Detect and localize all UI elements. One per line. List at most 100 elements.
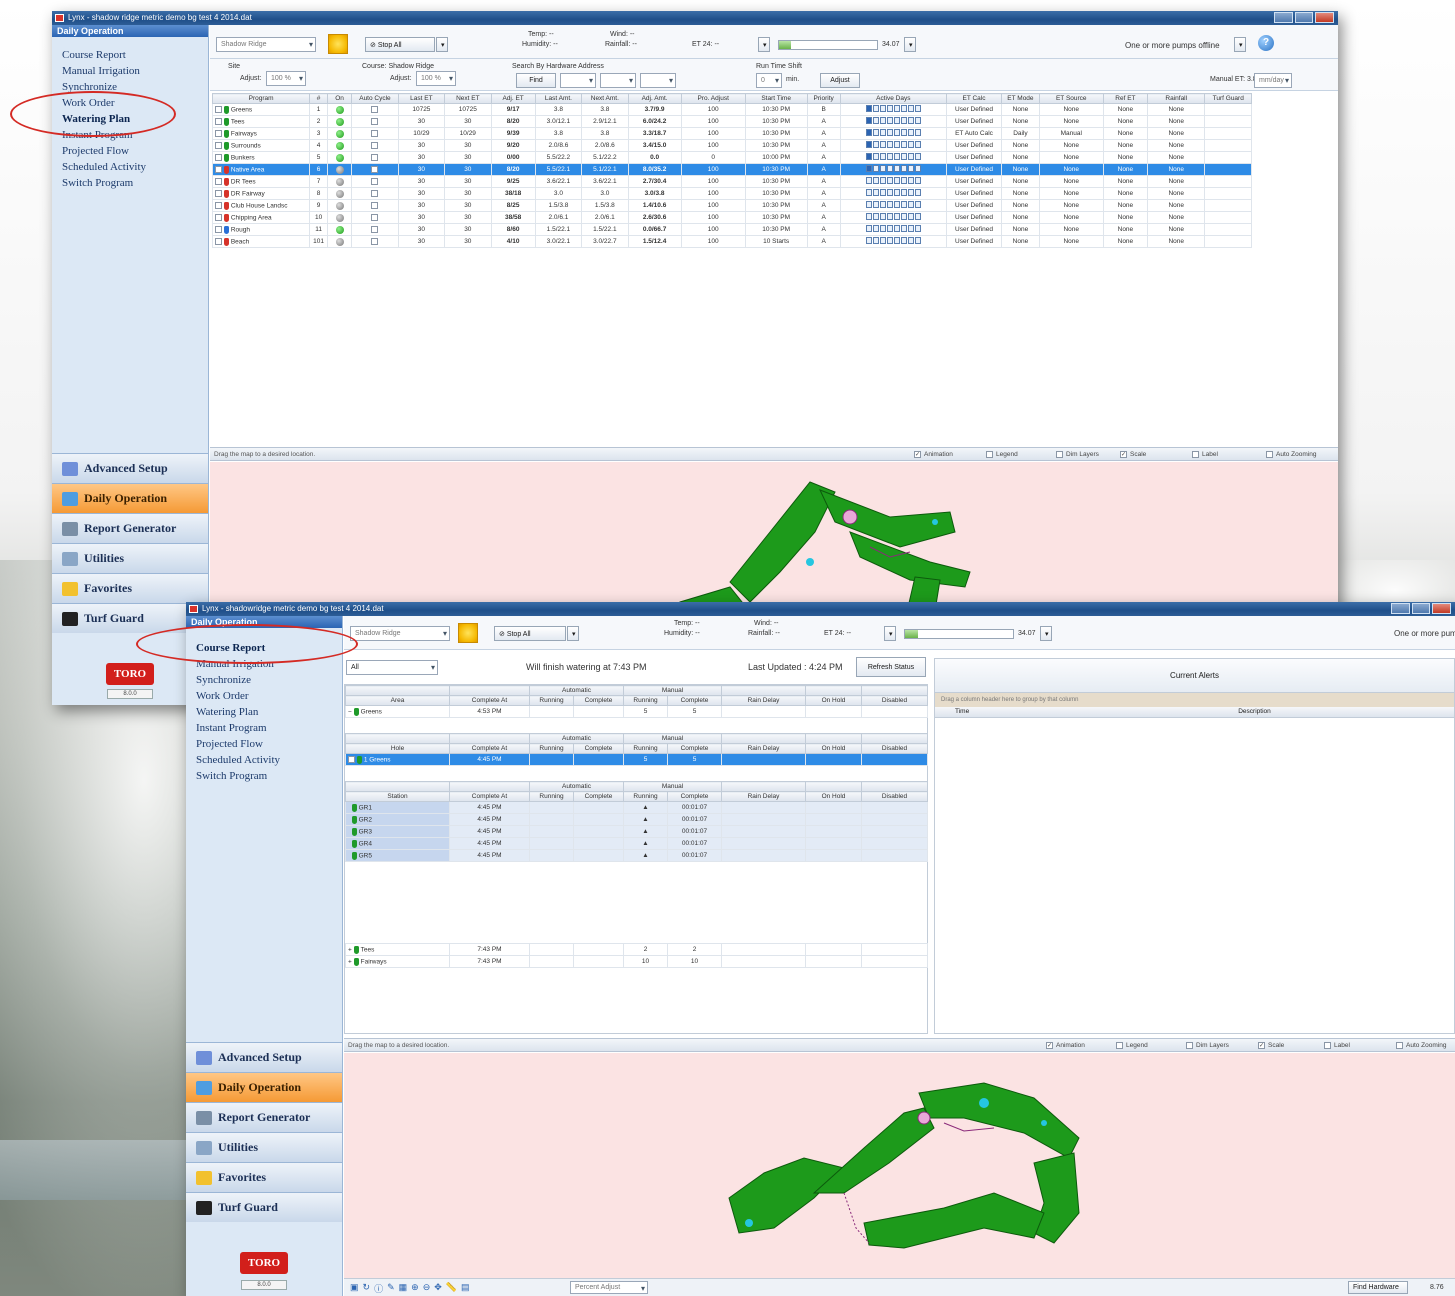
- et-mode-cell[interactable]: None: [1001, 139, 1040, 152]
- checkbox-icon[interactable]: [1324, 1042, 1331, 1049]
- adj-amt-cell[interactable]: 8.0/35.2: [627, 163, 682, 176]
- minimize-button[interactable]: [1274, 12, 1293, 23]
- active-days-grid[interactable]: [865, 213, 921, 220]
- weather-sun-icon[interactable]: [328, 34, 348, 54]
- auto-cycle-cell[interactable]: [351, 151, 399, 164]
- pro-adjust-cell[interactable]: 100: [680, 163, 746, 176]
- pro-adjust-cell[interactable]: 100: [680, 187, 746, 200]
- status-light-icon[interactable]: [335, 117, 344, 126]
- checkbox-icon[interactable]: [1186, 1042, 1193, 1049]
- program-name-cell[interactable]: Tees: [211, 115, 311, 128]
- program-name-cell[interactable]: Native Area: [211, 163, 311, 176]
- info-tool-icon[interactable]: ⓘ: [374, 1282, 383, 1295]
- program-name-cell[interactable]: DR Tees: [211, 175, 311, 188]
- day-toggle[interactable]: [865, 153, 872, 160]
- area-name-cell[interactable]: + Tees: [345, 943, 450, 956]
- run-time-shift-input[interactable]: 0: [756, 73, 782, 88]
- et-mode-cell[interactable]: None: [1001, 223, 1040, 236]
- day-toggle[interactable]: [872, 177, 879, 184]
- day-toggle[interactable]: [907, 189, 914, 196]
- ref-et-cell[interactable]: None: [1102, 151, 1149, 164]
- layers-tool-icon[interactable]: ▦: [399, 1282, 408, 1295]
- day-toggle[interactable]: [872, 201, 879, 208]
- auto-cycle-checkbox[interactable]: [371, 189, 379, 197]
- status-light-icon[interactable]: [335, 141, 344, 150]
- find-button[interactable]: Find: [516, 73, 556, 88]
- row-checkbox[interactable]: [215, 238, 222, 245]
- table-row[interactable]: GR1 4:45 PM ▲ 00:01:07: [345, 801, 929, 814]
- nav-section-utilities[interactable]: Utilities: [186, 1132, 342, 1162]
- adj-et-cell[interactable]: 8/25: [490, 199, 536, 212]
- column-header[interactable]: Pro. Adjust: [680, 93, 746, 104]
- day-toggle[interactable]: [907, 177, 914, 184]
- adj-et-cell[interactable]: 4/10: [490, 235, 536, 248]
- program-on-cell[interactable]: [326, 151, 353, 164]
- turf-guard-cell[interactable]: [1204, 175, 1252, 188]
- day-toggle[interactable]: [865, 213, 872, 220]
- auto-cycle-cell[interactable]: [351, 187, 399, 200]
- ref-et-cell[interactable]: None: [1102, 187, 1149, 200]
- day-toggle[interactable]: [907, 237, 914, 244]
- adj-et-cell[interactable]: 8/60: [490, 223, 536, 236]
- program-on-cell[interactable]: [326, 175, 353, 188]
- et-calc-cell[interactable]: ET Auto Calc: [945, 127, 1003, 140]
- program-on-cell[interactable]: [326, 199, 353, 212]
- et-mode-cell[interactable]: None: [1001, 115, 1040, 128]
- nav-item-switch-program[interactable]: Switch Program: [186, 768, 342, 784]
- row-checkbox[interactable]: [215, 166, 222, 173]
- rainfall-cell[interactable]: None: [1146, 151, 1206, 164]
- active-days-grid[interactable]: [865, 237, 921, 244]
- day-toggle[interactable]: [907, 129, 914, 136]
- nav-section-daily-operation[interactable]: Daily Operation: [52, 483, 208, 513]
- active-days-grid[interactable]: [865, 165, 921, 172]
- column-header[interactable]: ET Source: [1038, 93, 1104, 104]
- row-checkbox[interactable]: [215, 202, 222, 209]
- adj-amt-cell[interactable]: 3.7/9.9: [627, 103, 682, 116]
- percent-adjust-select[interactable]: Percent Adjust: [570, 1281, 648, 1294]
- table-row[interactable]: Chipping Area 10 30 30 38/58 2.0/6.1 2.0/6.1 2.…: [211, 211, 1252, 224]
- column-header[interactable]: Start Time: [744, 93, 808, 104]
- active-days-cell[interactable]: [839, 163, 947, 176]
- pro-adjust-cell[interactable]: 100: [680, 139, 746, 152]
- day-toggle[interactable]: [893, 105, 900, 112]
- et-mode-cell[interactable]: None: [1001, 151, 1040, 164]
- pro-adjust-cell[interactable]: 100: [680, 175, 746, 188]
- start-time-cell[interactable]: 10 Starts: [744, 235, 808, 248]
- adj-amt-cell[interactable]: 2.6/30.6: [627, 211, 682, 224]
- day-toggle[interactable]: [879, 117, 886, 124]
- turf-guard-cell[interactable]: [1204, 115, 1252, 128]
- day-toggle[interactable]: [900, 105, 907, 112]
- status-light-icon[interactable]: [335, 201, 344, 210]
- row-checkbox[interactable]: [215, 130, 222, 137]
- alerts-col-description[interactable]: Description: [1055, 707, 1454, 717]
- ref-et-cell[interactable]: None: [1102, 139, 1149, 152]
- station-name-cell[interactable]: GR2: [345, 813, 450, 826]
- table-row[interactable]: GR5 4:45 PM ▲ 00:01:07: [345, 849, 929, 862]
- weather-sun-icon[interactable]: [458, 623, 478, 643]
- auto-cycle-checkbox[interactable]: [371, 117, 379, 125]
- ref-et-cell[interactable]: None: [1102, 127, 1149, 140]
- table-row[interactable]: Tees 2 30 30 8/20 3.0/12.1 2.9/12.1 6.0/24.2 100…: [211, 115, 1252, 128]
- program-name-cell[interactable]: Fairways: [211, 127, 311, 140]
- program-name-cell[interactable]: Bunkers: [211, 151, 311, 164]
- maximize-button[interactable]: [1294, 12, 1314, 23]
- active-days-grid[interactable]: [865, 153, 921, 160]
- turf-guard-cell[interactable]: [1204, 187, 1252, 200]
- table-row[interactable]: − Greens 4:53 PM 5 5: [345, 705, 929, 718]
- turf-guard-cell[interactable]: [1204, 199, 1252, 212]
- program-on-cell[interactable]: [326, 115, 353, 128]
- priority-cell[interactable]: A: [806, 151, 841, 164]
- nav-section-daily-operation[interactable]: Daily Operation: [186, 1072, 342, 1102]
- close-button[interactable]: [1432, 603, 1452, 614]
- column-header[interactable]: Turf Guard: [1204, 93, 1252, 104]
- et-calc-cell[interactable]: User Defined: [945, 223, 1003, 236]
- column-header[interactable]: On: [326, 93, 353, 104]
- day-toggle[interactable]: [886, 177, 893, 184]
- active-days-grid[interactable]: [865, 141, 921, 148]
- active-days-cell[interactable]: [839, 115, 947, 128]
- day-toggle[interactable]: [879, 165, 886, 172]
- priority-cell[interactable]: A: [806, 139, 841, 152]
- auto-cycle-cell[interactable]: [351, 127, 399, 140]
- rainfall-cell[interactable]: None: [1146, 235, 1206, 248]
- ref-et-cell[interactable]: None: [1102, 211, 1149, 224]
